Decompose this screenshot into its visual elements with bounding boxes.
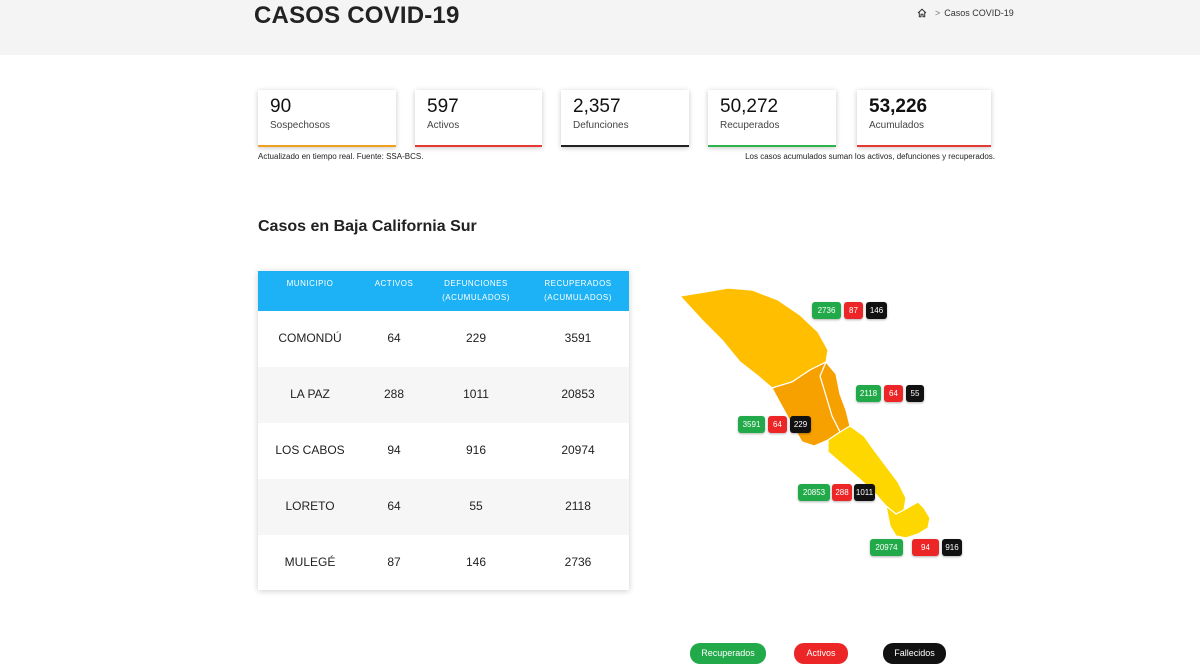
table-row: LOS CABOS 94 916 20974 (258, 423, 629, 479)
cell-municipio: LA PAZ (290, 387, 330, 401)
cell-activos: 64 (387, 499, 401, 513)
stat-value: 50,272 (720, 96, 779, 117)
badge-recuperados-mulege: 2736 (812, 302, 841, 319)
stat-card-defunciones: 2,357 Defunciones (561, 90, 689, 147)
cell-recuperados: 3591 (564, 331, 592, 345)
stat-value: 2,357 (573, 96, 621, 117)
legend-recuperados: Recuperados (690, 643, 766, 664)
column-header-defunciones-label: DEFUNCIONES (444, 279, 508, 288)
cell-defunciones: 146 (465, 555, 487, 569)
column-header-activos: ACTIVOS (374, 279, 414, 288)
legend-fallecidos: Fallecidos (883, 643, 946, 664)
stat-value: 90 (270, 96, 292, 117)
section-title: Casos en Baja California Sur (258, 218, 477, 235)
badge-fallecidos-comondu: 229 (790, 416, 811, 433)
cell-recuperados: 2736 (564, 555, 592, 569)
stat-label: Recuperados (720, 120, 780, 131)
table-row: LORETO 64 55 2118 (258, 479, 629, 535)
cell-defunciones: 55 (469, 499, 483, 513)
cell-activos: 94 (387, 443, 401, 457)
source-note: Actualizado en tiempo real. Fuente: SSA-… (258, 152, 424, 161)
badge-fallecidos-mulege: 146 (866, 302, 887, 319)
column-header-defunciones-sub: (ACUMULADOS) (442, 293, 510, 302)
stat-accent-bar (857, 145, 991, 147)
cell-municipio: LOS CABOS (275, 443, 345, 457)
badge-fallecidos-la-paz: 1011 (854, 484, 875, 501)
stat-label: Sospechosos (270, 120, 331, 131)
stat-accent-bar (415, 145, 542, 147)
column-header-recuperados: RECUPERADOS (ACUMULADOS) (536, 277, 620, 305)
table-row: LA PAZ 288 1011 20853 (258, 367, 629, 423)
cell-defunciones: 1011 (463, 387, 489, 401)
cell-activos: 87 (387, 555, 401, 569)
badge-recuperados-la-paz: 20853 (798, 484, 830, 501)
cell-defunciones: 229 (465, 331, 487, 345)
stat-accent-bar (561, 145, 689, 147)
cell-municipio: MULEGÉ (284, 555, 336, 569)
column-header-recuperados-label: RECUPERADOS (544, 279, 612, 288)
stat-value: 597 (427, 96, 459, 117)
cell-recuperados: 20974 (561, 443, 595, 457)
cell-activos: 64 (387, 331, 401, 345)
column-header-defunciones: DEFUNCIONES (ACUMULADOS) (434, 277, 518, 305)
legend-activos: Activos (794, 643, 848, 664)
cell-municipio: LORETO (285, 499, 335, 513)
breadcrumb: > Casos COVID-19 (917, 8, 1014, 18)
cell-recuperados: 2118 (565, 499, 591, 513)
breadcrumb-separator: > (935, 8, 941, 18)
stat-label: Acumulados (869, 120, 925, 131)
cell-recuperados: 20853 (561, 387, 595, 401)
stat-accent-bar (708, 145, 836, 147)
stat-card-acumulados: 53,226 Acumulados (857, 90, 991, 147)
stat-label: Activos (427, 120, 460, 131)
home-icon[interactable] (917, 8, 927, 18)
stat-value: 53,226 (869, 96, 928, 117)
stat-card-recuperados: 50,272 Recuperados (708, 90, 836, 147)
column-header-recuperados-sub: (ACUMULADOS) (544, 293, 612, 302)
stat-label: Defunciones (573, 120, 629, 131)
cell-defunciones: 916 (465, 443, 487, 457)
badge-activos-mulege: 87 (844, 302, 863, 319)
column-header-municipio: MUNICIPIO (286, 279, 334, 288)
table-row: MULEGÉ 87 146 2736 (258, 535, 629, 591)
cell-municipio: COMONDÚ (278, 331, 342, 345)
municipalities-table: MUNICIPIO ACTIVOS DEFUNCIONES (ACUMULADO… (258, 271, 629, 590)
table-header: MUNICIPIO ACTIVOS DEFUNCIONES (ACUMULADO… (258, 271, 629, 311)
badge-recuperados-los-cabos: 20974 (870, 539, 903, 556)
stat-card-sospechosos: 90 Sospechosos (258, 90, 396, 147)
cell-activos: 288 (383, 387, 405, 401)
badge-fallecidos-loreto: 55 (906, 385, 924, 402)
badge-recuperados-loreto: 2118 (856, 385, 881, 402)
badge-activos-los-cabos: 94 (912, 539, 939, 556)
breadcrumb-current: Casos COVID-19 (944, 8, 1014, 18)
accumulated-note: Los casos acumulados suman los activos, … (745, 152, 995, 161)
page-title: CASOS COVID-19 (254, 2, 460, 29)
stat-card-activos: 597 Activos (415, 90, 542, 147)
badge-fallecidos-los-cabos: 916 (942, 539, 962, 556)
table-row: COMONDÚ 64 229 3591 (258, 311, 629, 367)
page-header: CASOS COVID-19 > Casos COVID-19 (0, 0, 1200, 55)
badge-activos-la-paz: 288 (832, 484, 852, 501)
badge-recuperados-comondu: 3591 (738, 416, 765, 433)
stat-accent-bar (258, 145, 396, 147)
badge-activos-loreto: 64 (884, 385, 903, 402)
badge-activos-comondu: 64 (768, 416, 787, 433)
